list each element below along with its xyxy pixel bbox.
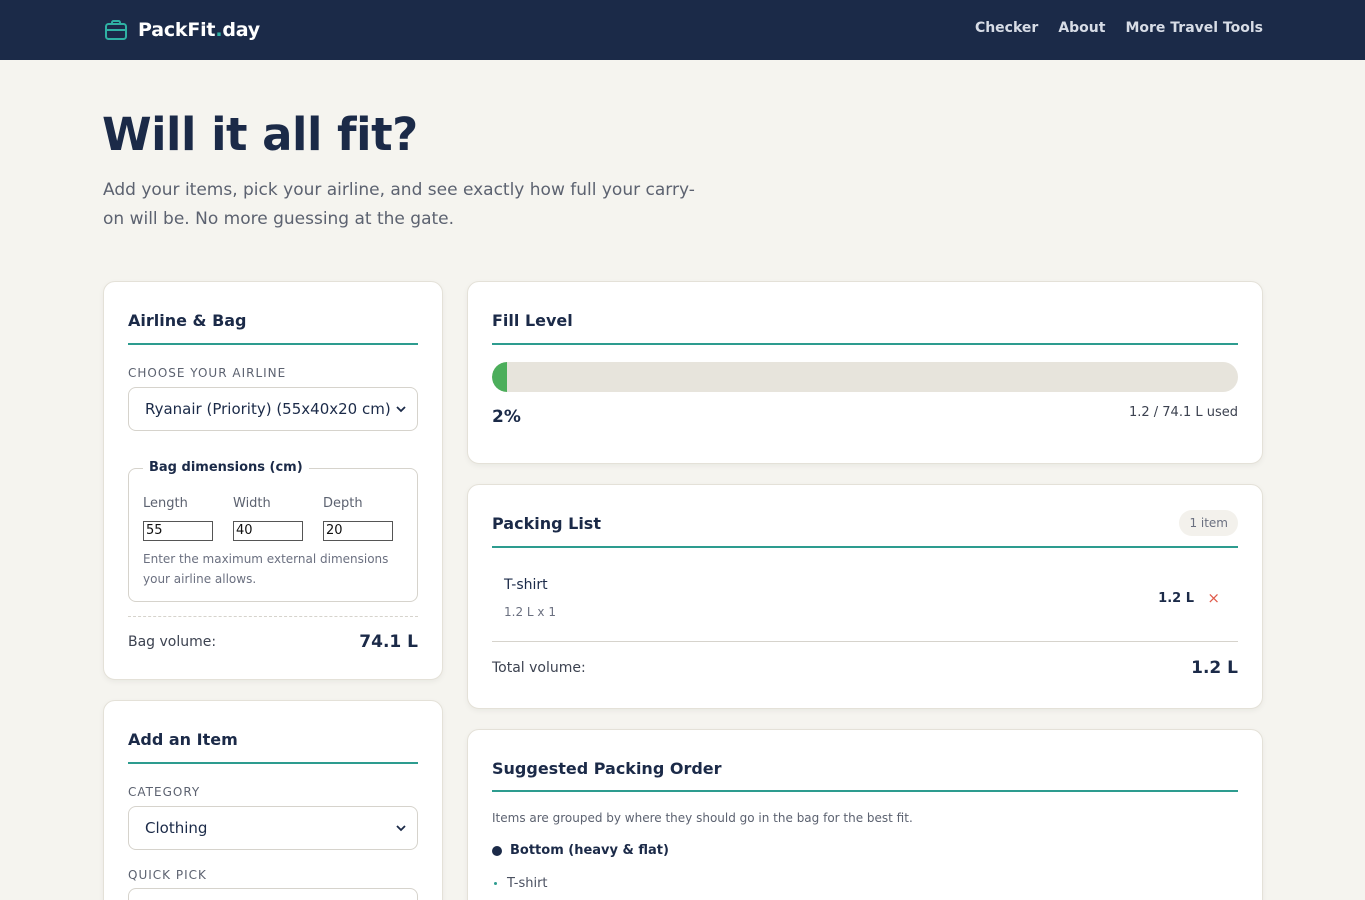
nav-link-checker[interactable]: Checker	[975, 20, 1038, 36]
card-title: Packing List	[492, 514, 601, 533]
dimensions-help-text: Enter the maximum external dimensions yo…	[143, 552, 389, 586]
bag-dimensions-legend: Bag dimensions (cm)	[143, 460, 309, 475]
suitcase-icon	[105, 20, 127, 40]
card-divider	[128, 343, 418, 345]
page-title: Will it all fit?	[102, 108, 418, 161]
group-heading: Bottom (heavy & flat)	[492, 843, 669, 858]
suggested-order-card: Suggested Packing Order Items are groupe…	[467, 729, 1263, 900]
chevron-down-icon	[396, 406, 406, 413]
nav-link-more-travel-tools[interactable]: More Travel Tools	[1125, 20, 1263, 36]
dashed-divider	[128, 616, 418, 617]
bag-volume-value: 74.1 L	[359, 632, 418, 652]
bullet-icon	[492, 845, 502, 856]
fill-progress-fill	[492, 362, 507, 392]
group-name: Bottom (heavy & flat)	[510, 843, 669, 858]
item-volume: 1.2 L	[1158, 591, 1194, 606]
total-volume-value: 1.2 L	[1191, 658, 1238, 678]
card-divider	[492, 790, 1238, 792]
category-label: CATEGORY	[128, 785, 201, 799]
width-input[interactable]: 40	[233, 521, 303, 541]
add-item-card: Add an Item CATEGORY Clothing QUICK PICK	[103, 700, 443, 900]
main-nav: Checker About More Travel Tools	[975, 20, 1263, 36]
quick-pick-label: QUICK PICK	[128, 868, 207, 882]
fill-percent: 2%	[492, 407, 521, 427]
category-select-value: Clothing	[145, 819, 208, 837]
nav-link-about[interactable]: About	[1058, 20, 1105, 36]
card-divider	[492, 343, 1238, 345]
depth-input[interactable]: 20	[323, 521, 393, 541]
bag-dimensions-fieldset: Bag dimensions (cm) Length Width Depth 5…	[128, 460, 418, 602]
item-detail: 1.2 L x 1	[504, 605, 556, 619]
chevron-down-icon	[396, 825, 406, 832]
fill-used-volume: 1.2 / 74.1 L used	[1128, 405, 1238, 420]
bag-volume-label: Bag volume:	[128, 634, 217, 650]
airline-bag-card: Airline & Bag CHOOSE YOUR AIRLINE Ryanai…	[103, 281, 443, 680]
brand-name: PackFit.day	[138, 19, 260, 41]
airline-select-value: Ryanair (Priority) (55x40x20 cm)	[145, 400, 391, 418]
suggested-description: Items are grouped by where they should g…	[492, 811, 913, 825]
depth-label: Depth	[323, 496, 363, 511]
length-input[interactable]: 55	[143, 521, 213, 541]
card-divider	[128, 762, 418, 764]
category-select[interactable]: Clothing	[128, 806, 418, 850]
card-title: Fill Level	[492, 311, 573, 330]
item-name: T-shirt	[504, 577, 548, 593]
list-divider	[492, 641, 1238, 642]
group-list-item: T-shirt	[494, 876, 548, 891]
card-title: Suggested Packing Order	[492, 759, 722, 778]
group-item-name: T-shirt	[507, 876, 548, 891]
item-count-badge: 1 item	[1179, 510, 1238, 536]
top-navigation-bar: PackFit.day Checker About More Travel To…	[0, 0, 1365, 60]
fill-level-card: Fill Level 2% 1.2 / 74.1 L used	[467, 281, 1263, 464]
width-label: Width	[233, 496, 271, 511]
airline-select[interactable]: Ryanair (Priority) (55x40x20 cm)	[128, 387, 418, 431]
bullet-icon	[494, 882, 497, 885]
packing-list-card: Packing List 1 item T-shirt 1.2 L x 1 1.…	[467, 484, 1263, 709]
card-title: Airline & Bag	[128, 311, 247, 330]
quick-pick-select[interactable]	[128, 888, 418, 900]
card-title: Add an Item	[128, 730, 238, 749]
fill-progress-bar	[492, 362, 1238, 392]
total-volume-label: Total volume:	[492, 660, 586, 676]
page-subtitle: Add your items, pick your airline, and s…	[103, 180, 695, 229]
remove-item-button[interactable]: ×	[1207, 589, 1220, 607]
card-divider	[492, 546, 1238, 548]
length-label: Length	[143, 496, 188, 511]
brand-logo[interactable]: PackFit.day	[104, 16, 260, 44]
airline-label: CHOOSE YOUR AIRLINE	[128, 366, 287, 380]
